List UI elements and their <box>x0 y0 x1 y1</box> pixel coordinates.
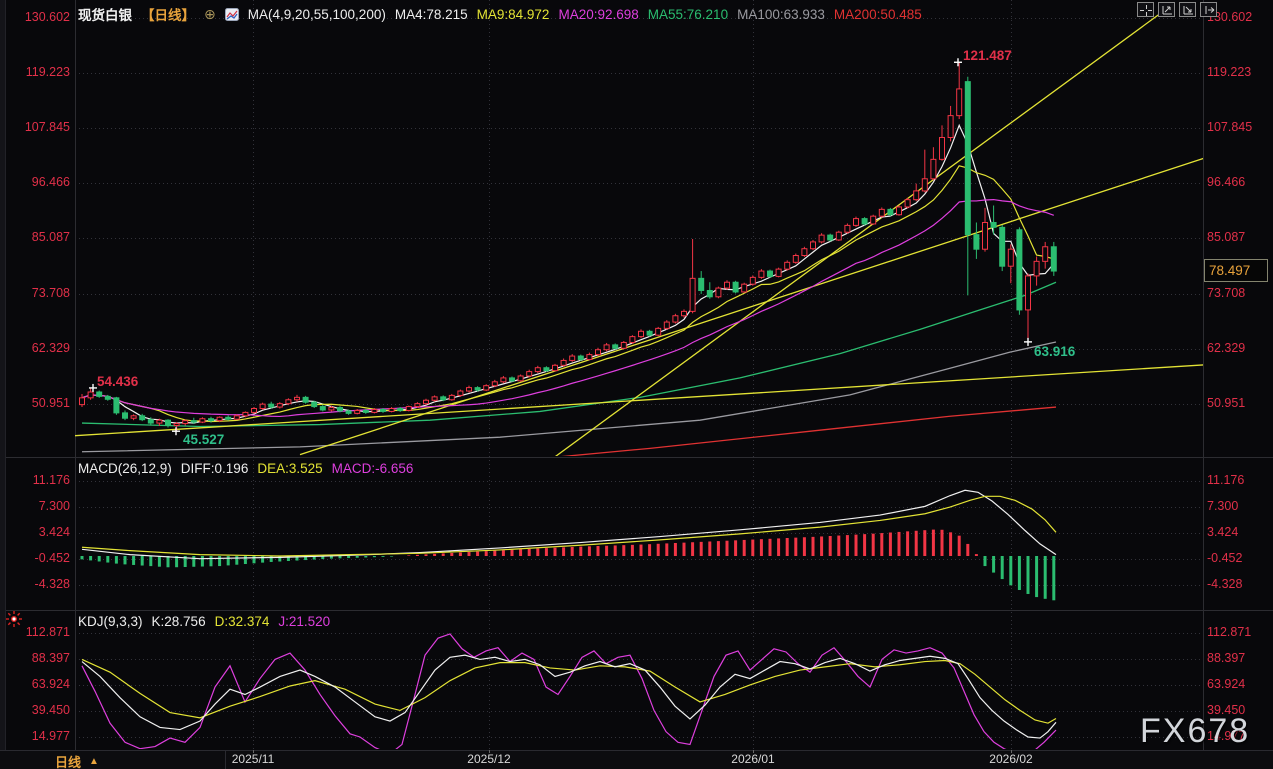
period-label: 日线 <box>55 752 81 769</box>
macd-axis-label-right: 11.176 <box>1207 473 1271 487</box>
period-cell: 日线 ▲ <box>0 751 226 769</box>
ma-group-label: MA(4,9,20,55,100,200) <box>248 7 386 22</box>
panel-borders <box>0 0 1273 750</box>
main-axis-label-left: 50.951 <box>0 396 70 410</box>
macd-value-item: MACD:-6.656 <box>332 461 414 476</box>
macd-legend: MACD(26,12,9) DIFF:0.196 DEA:3.525 MACD:-6… <box>78 461 413 476</box>
kdj-title: KDJ(9,3,3) <box>78 614 143 629</box>
price-panel-layer <box>75 8 1205 462</box>
date-tick <box>489 750 490 753</box>
kdj-axis-label-left: 39.450 <box>0 703 70 717</box>
ma-legend-item: MA4:78.215 <box>395 7 468 22</box>
ma-legend-item: MA100:63.933 <box>737 7 825 22</box>
date-label: 2026/01 <box>731 752 774 766</box>
macd-value-item: DEA:3.525 <box>257 461 322 476</box>
kdj-axis-label-left: 14.977 <box>0 729 70 743</box>
main-axis-label-right: 96.466 <box>1207 175 1271 189</box>
macd-axis-label-left: 3.424 <box>0 525 70 539</box>
main-axis-label-right: 119.223 <box>1207 65 1271 79</box>
main-axis-label-left: 130.602 <box>0 10 70 24</box>
main-axis-label-right: 73.708 <box>1207 286 1271 300</box>
last-price-box: 78.497 <box>1204 259 1268 282</box>
macd-axis-label-left: 7.300 <box>0 499 70 513</box>
macd-value-item: DIFF:0.196 <box>181 461 249 476</box>
main-axis-label-right: 107.845 <box>1207 120 1271 134</box>
date-tick <box>753 750 754 753</box>
macd-axis-label-left: 11.176 <box>0 473 70 487</box>
ma-legend-item: MA200:50.485 <box>834 7 922 22</box>
y-axis-scale-icon[interactable] <box>1158 2 1175 17</box>
main-axis-label-left: 62.329 <box>0 341 70 355</box>
crosshair-tool-icon[interactable] <box>1137 2 1154 17</box>
macd-axis-label-right: -4.328 <box>1207 577 1271 591</box>
symbol-name: 现货白银 <box>78 4 132 24</box>
price-annotation: 45.527 <box>183 432 224 447</box>
kdj-axis-label-right: 88.397 <box>1207 651 1271 665</box>
macd-axis-label-left: -0.452 <box>0 551 70 565</box>
kdj-value-item: K:28.756 <box>152 614 206 629</box>
ma-legend-item: MA9:84.972 <box>477 7 550 22</box>
macd-axis-label-right: 3.424 <box>1207 525 1271 539</box>
main-axis-label-left: 73.708 <box>0 286 70 300</box>
main-axis-label-right: 62.329 <box>1207 341 1271 355</box>
kdj-axis-label-right: 112.871 <box>1207 625 1271 639</box>
kdj-legend: KDJ(9,3,3) K:28.756 D:32.374 J:21.520 <box>78 614 330 629</box>
macd-axis-label-right: 7.300 <box>1207 499 1271 513</box>
ma-legend: MA4:78.215 MA9:84.972 MA20:92.698 MA55:76.2… <box>395 7 922 22</box>
price-annotation: 54.436 <box>97 374 138 389</box>
trading-chart-window: 现货白银 【日线】 ⊕ MA(4,9,20,55,100,200) MA4:78… <box>0 0 1273 769</box>
kdj-panel-layer <box>82 634 1056 755</box>
chart-toolbar <box>1137 2 1217 17</box>
macd-axis-label-left: -4.328 <box>0 577 70 591</box>
macd-panel-layer <box>82 490 1056 600</box>
kdj-values: K:28.756 D:32.374 J:21.520 <box>152 614 331 629</box>
period-up-arrow-icon: ▲ <box>89 756 99 767</box>
main-axis-label-left: 96.466 <box>0 175 70 189</box>
main-axis-label-left: 119.223 <box>0 65 70 79</box>
price-annotation: 63.916 <box>1034 344 1075 359</box>
date-tick <box>1011 750 1012 753</box>
macd-values: DIFF:0.196 DEA:3.525 MACD:-6.656 <box>181 461 414 476</box>
main-chart-legend: 现货白银 【日线】 ⊕ MA(4,9,20,55,100,200) MA4:78… <box>78 4 922 24</box>
date-label: 2025/11 <box>232 752 275 766</box>
main-axis-label-right: 85.087 <box>1207 230 1271 244</box>
price-annotation: 121.487 <box>963 48 1012 63</box>
macd-title: MACD(26,12,9) <box>78 461 172 476</box>
main-axis-label-right: 50.951 <box>1207 396 1271 410</box>
x-axis-scale-icon[interactable] <box>1179 2 1196 17</box>
kdj-axis-label-right: 63.924 <box>1207 677 1271 691</box>
kdj-axis-label-left: 88.397 <box>0 651 70 665</box>
kdj-value-item: J:21.520 <box>278 614 330 629</box>
extreme-markers <box>89 58 1032 435</box>
kdj-value-item: D:32.374 <box>215 614 270 629</box>
chart-canvas[interactable] <box>0 0 1273 769</box>
main-axis-label-left: 85.087 <box>0 230 70 244</box>
date-label: 2025/12 <box>467 752 510 766</box>
macd-axis-label-right: -0.452 <box>1207 551 1271 565</box>
pan-right-icon[interactable] <box>1200 2 1217 17</box>
period-selector-button[interactable]: 日线 ▲ <box>55 752 99 769</box>
watermark: FX678 <box>1140 712 1250 751</box>
candles-layer <box>80 62 1057 431</box>
ma-legend-item: MA20:92.698 <box>558 7 638 22</box>
period-tag: 【日线】 <box>141 4 195 24</box>
date-tick <box>253 750 254 753</box>
main-axis-label-left: 107.845 <box>0 120 70 134</box>
sun-marker-icon[interactable] <box>5 610 23 628</box>
macd-histogram <box>82 530 1054 601</box>
date-label: 2026/02 <box>989 752 1032 766</box>
last-price-value: 78.497 <box>1209 263 1250 278</box>
time-axis-bar: 日线 ▲ <box>0 750 1273 769</box>
compare-icon[interactable]: ⊕ <box>204 6 216 23</box>
gridlines <box>75 0 1203 749</box>
ma-legend-item: MA55:76.210 <box>648 7 728 22</box>
kline-style-icon[interactable] <box>225 8 239 21</box>
kdj-axis-label-left: 63.924 <box>0 677 70 691</box>
